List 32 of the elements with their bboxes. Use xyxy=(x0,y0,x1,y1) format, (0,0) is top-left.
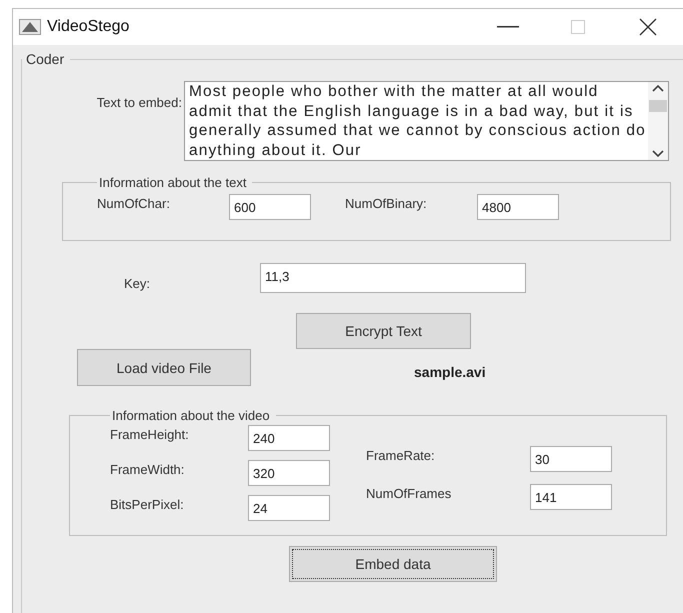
load-video-button[interactable]: Load video File xyxy=(77,349,251,386)
panel-title: Coder xyxy=(25,51,66,67)
key-field[interactable]: 11,3 xyxy=(260,263,526,293)
group-title: Information about the text xyxy=(98,175,248,190)
value-field[interactable]: 30 xyxy=(530,446,612,472)
minimize-icon[interactable] xyxy=(497,26,519,28)
group-title: Information about the video xyxy=(111,408,271,423)
scrollbar[interactable] xyxy=(648,82,668,160)
scroll-down-icon[interactable] xyxy=(652,150,664,158)
field-label: FrameRate: xyxy=(366,448,436,462)
value-field[interactable]: 4800 xyxy=(477,194,559,220)
field-label: Key: xyxy=(124,276,152,290)
encrypt-text-button[interactable]: Encrypt Text xyxy=(296,313,471,349)
field-label: BitsPerPixel: xyxy=(110,496,185,512)
value-field[interactable]: 240 xyxy=(248,425,330,451)
value-field[interactable]: 320 xyxy=(248,460,330,486)
field-label: NumOfBinary: xyxy=(345,196,428,210)
field-label: NumOfChar: xyxy=(97,196,171,210)
field-label: FrameWidth: xyxy=(110,462,186,476)
scroll-up-icon[interactable] xyxy=(652,84,664,92)
file-name: sample.avi xyxy=(414,364,486,380)
app-icon xyxy=(19,19,41,35)
value-field[interactable]: 141 xyxy=(530,484,612,510)
close-icon[interactable] xyxy=(639,18,657,36)
field-label: Text to embed: xyxy=(96,95,182,110)
scroll-thumb[interactable] xyxy=(649,100,667,112)
value-field[interactable]: 600 xyxy=(229,194,311,220)
field-label: FrameHeight: xyxy=(110,426,190,442)
value-field[interactable]: 24 xyxy=(248,495,330,521)
field-label: NumOfFrames xyxy=(366,486,452,500)
window-title: VideoStego xyxy=(47,18,130,36)
embed-data-button[interactable]: Embed data xyxy=(289,546,497,582)
